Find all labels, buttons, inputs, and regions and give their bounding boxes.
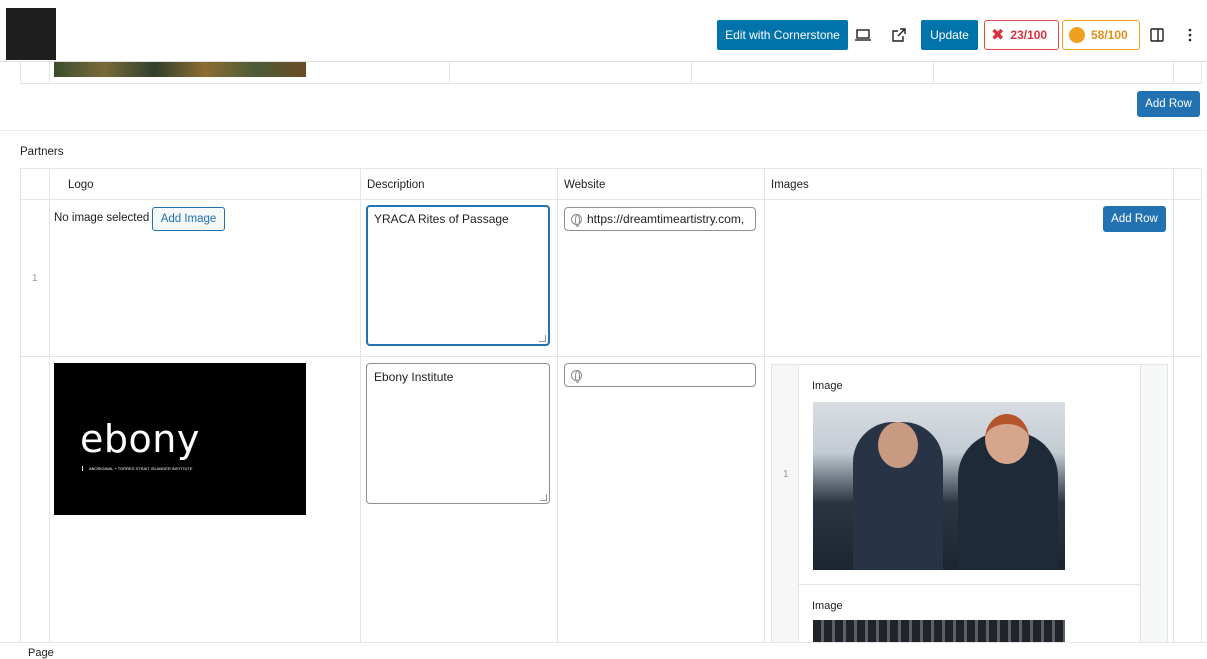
website-value: https://dreamtimeartistry.com, bbox=[587, 212, 745, 226]
column-header-images: Images bbox=[771, 179, 809, 191]
nested-row-actions[interactable] bbox=[1140, 365, 1167, 647]
external-link-icon[interactable] bbox=[886, 22, 912, 48]
row-index: 1 bbox=[32, 273, 38, 284]
seo-score-icon: ✖ bbox=[991, 27, 1005, 44]
upper-row-image bbox=[54, 62, 306, 77]
image-field-label: Image bbox=[812, 380, 843, 392]
description-text: Ebony Institute bbox=[374, 370, 454, 384]
partner-photo[interactable] bbox=[813, 402, 1065, 570]
sidebar-toggle-icon[interactable] bbox=[1144, 22, 1170, 48]
add-image-button[interactable]: Add Image bbox=[152, 207, 225, 231]
ebony-logo-image[interactable]: ebony ABORIGINAL + TORRES STRAIT ISLANDE… bbox=[54, 363, 306, 515]
ebony-logo-subtext: ABORIGINAL + TORRES STRAIT ISLANDER INST… bbox=[82, 466, 202, 471]
description-textarea[interactable]: YRACA Rites of Passage bbox=[366, 205, 550, 346]
nested-row-index: 1 bbox=[783, 469, 789, 480]
description-text: YRACA Rites of Passage bbox=[374, 212, 509, 226]
seo-score-badge[interactable]: ✖ 23/100 bbox=[984, 20, 1059, 50]
footer-breadcrumb[interactable]: Page bbox=[28, 647, 54, 659]
column-header-description: Description bbox=[367, 179, 425, 191]
upper-add-row-button[interactable]: Add Row bbox=[1137, 91, 1200, 117]
editor-topbar: Edit with Cornerstone Update ✖ 23/100 58… bbox=[0, 0, 1207, 62]
website-input[interactable] bbox=[564, 363, 756, 387]
editor-footer: Page bbox=[0, 642, 1207, 659]
resize-handle[interactable] bbox=[539, 335, 546, 342]
more-options-icon[interactable] bbox=[1177, 22, 1203, 48]
images-add-row-button[interactable]: Add Row bbox=[1103, 206, 1166, 232]
column-header-logo: Logo bbox=[68, 179, 94, 191]
preview-device-icon[interactable] bbox=[850, 22, 876, 48]
readability-score-badge[interactable]: 58/100 bbox=[1062, 20, 1140, 50]
globe-icon bbox=[571, 213, 582, 227]
section-divider bbox=[0, 130, 1207, 131]
ebony-logo-wordmark: ebony bbox=[80, 417, 200, 461]
readability-score-value: 58/100 bbox=[1091, 28, 1128, 42]
readability-score-icon bbox=[1069, 27, 1085, 43]
nested-row-handle[interactable]: 1 bbox=[772, 365, 799, 647]
partner-photo[interactable] bbox=[813, 620, 1065, 642]
seo-score-value: 23/100 bbox=[1010, 28, 1048, 42]
column-header-website: Website bbox=[564, 179, 606, 191]
image-field-label: Image bbox=[812, 600, 843, 612]
description-textarea[interactable]: Ebony Institute bbox=[366, 363, 550, 504]
site-logo[interactable] bbox=[6, 8, 56, 60]
globe-icon bbox=[571, 369, 582, 383]
partners-label: Partners bbox=[20, 146, 64, 158]
logo-no-image-text: No image selected bbox=[54, 212, 150, 224]
website-input[interactable]: https://dreamtimeartistry.com, bbox=[564, 207, 756, 231]
edit-with-cornerstone-button[interactable]: Edit with Cornerstone bbox=[717, 20, 848, 50]
update-button[interactable]: Update bbox=[921, 20, 978, 50]
resize-handle[interactable] bbox=[540, 494, 547, 501]
